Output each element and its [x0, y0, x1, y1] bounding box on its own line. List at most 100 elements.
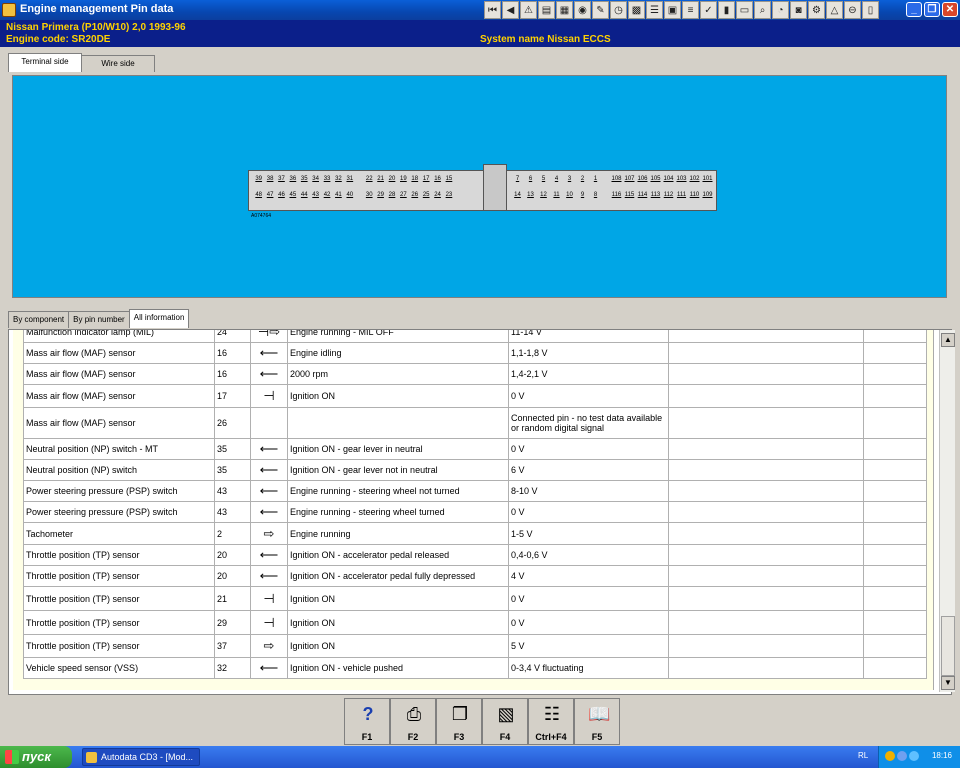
- f3-button[interactable]: ❐ F3: [436, 698, 482, 745]
- connector-pin: 11: [553, 192, 560, 198]
- tab-all-information[interactable]: All information: [128, 309, 190, 328]
- connector-pin: 105: [650, 176, 661, 182]
- first-record-icon[interactable]: ⏮: [484, 1, 501, 19]
- copy-icon: ❐: [451, 704, 469, 724]
- input-arrow-icon: ⟵: [250, 544, 288, 566]
- table-row[interactable]: Malfunction indicator lamp (MIL) 24 ⊣⇨ Engi…: [23, 330, 927, 343]
- clock-icon[interactable]: ◷: [610, 1, 627, 19]
- connector-pin: 35: [300, 176, 308, 182]
- connector-pin: 32: [335, 176, 342, 182]
- component-cell: Mass air flow (MAF) sensor: [23, 384, 215, 408]
- tray-icon[interactable]: [885, 751, 895, 761]
- brush-icon[interactable]: ✓: [700, 1, 717, 19]
- table-row[interactable]: Vehicle speed sensor (VSS) 32 ⟵ Ignition ON…: [23, 657, 927, 679]
- triangle-icon[interactable]: △: [826, 1, 843, 19]
- blank-cell: [668, 634, 864, 658]
- tab-by-pin-number[interactable]: By pin number: [68, 311, 130, 328]
- component-cell: Power steering pressure (PSP) switch: [23, 480, 215, 502]
- tab-wire-side[interactable]: Wire side: [81, 55, 155, 72]
- window-icon[interactable]: ▭: [736, 1, 753, 19]
- warning-icon[interactable]: ⚠: [520, 1, 537, 19]
- close-button[interactable]: ✕: [942, 2, 958, 17]
- connector-pin: 36: [289, 176, 297, 182]
- blank-cell: [863, 657, 927, 679]
- table-row[interactable]: Power steering pressure (PSP) switch 43 ⟵ E…: [23, 501, 927, 523]
- stripes-icon[interactable]: ☰: [646, 1, 663, 19]
- pin-gap: [356, 192, 364, 198]
- diagram-icon[interactable]: ▩: [628, 1, 645, 19]
- table-row[interactable]: Throttle position (TP) sensor 20 ⟵ Ignition…: [23, 544, 927, 566]
- table-row[interactable]: Mass air flow (MAF) sensor 17 ⊣ Ignition ON…: [23, 384, 927, 408]
- connector-pin: 103: [676, 176, 687, 182]
- start-button[interactable]: пуск: [0, 746, 72, 768]
- ground-output-icon: ⊣⇨: [250, 330, 288, 343]
- connector-pin: 19: [400, 176, 407, 182]
- table-row[interactable]: Neutral position (NP) switch - MT 35 ⟵ Igni…: [23, 438, 927, 460]
- scroll-up-button[interactable]: ▲: [941, 333, 955, 347]
- minimize-button[interactable]: _: [906, 2, 922, 17]
- search-icon[interactable]: ⌕: [754, 1, 771, 19]
- connector-pin: 20: [388, 176, 396, 182]
- table-row[interactable]: Mass air flow (MAF) sensor 16 ⟵ 2000 rpm 1,4…: [23, 363, 927, 385]
- note-icon[interactable]: ▯: [862, 1, 879, 19]
- table-row[interactable]: Throttle position (TP) sensor 21 ⊣ Ignition…: [23, 586, 927, 611]
- table-row[interactable]: Throttle position (TP) sensor 37 ⇨ Ignition…: [23, 634, 927, 658]
- previous-icon[interactable]: ◀: [502, 1, 519, 19]
- blank-cell: [668, 438, 864, 460]
- component-cell: Mass air flow (MAF) sensor: [23, 363, 215, 385]
- gauge-icon[interactable]: ◔: [772, 1, 789, 19]
- tray-icon[interactable]: [909, 751, 919, 761]
- tab-by-component[interactable]: By component: [8, 311, 70, 328]
- table-row[interactable]: Mass air flow (MAF) sensor 26 Connected pi…: [23, 407, 927, 439]
- f5-button[interactable]: 📖 F5: [574, 698, 620, 745]
- value-cell: 0,4-0,6 V: [508, 544, 669, 566]
- tray-icon[interactable]: [897, 751, 907, 761]
- value-cell: 1,1-1,8 V: [508, 342, 669, 364]
- taskbar: пуск Autodata CD3 - [Mod... RL 18:16: [0, 746, 960, 768]
- table-row[interactable]: Mass air flow (MAF) sensor 16 ⟵ Engine idli…: [23, 342, 927, 364]
- input-arrow-icon: ⟵: [250, 342, 288, 364]
- book-icon: 📖: [588, 704, 611, 724]
- connector-pin: 5: [541, 176, 546, 182]
- save-icon[interactable]: ▣: [664, 1, 681, 19]
- f1-button[interactable]: ? F1: [344, 698, 390, 745]
- vertical-scrollbar[interactable]: ▲ ▼: [939, 330, 955, 692]
- table-row[interactable]: Throttle position (TP) sensor 29 ⊣ Ignition…: [23, 610, 927, 635]
- restore-button[interactable]: ❐: [924, 2, 940, 17]
- car-icon[interactable]: ⊖: [844, 1, 861, 19]
- window-controls: _ ❐ ✕: [906, 2, 958, 17]
- table-row[interactable]: Power steering pressure (PSP) switch 43 ⟵ E…: [23, 480, 927, 502]
- document-icon[interactable]: ▤: [538, 1, 555, 19]
- connector-pin: 114: [637, 192, 648, 198]
- ctrl-f4-button[interactable]: ☷ Ctrl+F4: [528, 698, 574, 745]
- table-row[interactable]: Tachometer 2 ⇨ Engine running 1-5 V: [23, 522, 927, 545]
- condition-cell: Ignition ON: [287, 384, 509, 408]
- connector-pin: 39: [255, 176, 263, 182]
- connector-pin: 18: [411, 176, 419, 182]
- chart-icon[interactable]: ▦: [556, 1, 573, 19]
- battery-icon[interactable]: ▮: [718, 1, 735, 19]
- pin-data-table-area[interactable]: Malfunction indicator lamp (MIL) 24 ⊣⇨ Engi…: [13, 330, 934, 690]
- scroll-down-button[interactable]: ▼: [941, 676, 955, 690]
- value-cell: 0-3,4 V fluctuating: [508, 657, 669, 679]
- component-cell: Vehicle speed sensor (VSS): [23, 657, 215, 679]
- connector-pin: 41: [335, 192, 342, 198]
- component-cell: Throttle position (TP) sensor: [23, 565, 215, 587]
- connector-pin: 3: [567, 176, 572, 182]
- connector-pin: 15: [445, 176, 453, 182]
- wrench-icon[interactable]: ✎: [592, 1, 609, 19]
- camera-icon[interactable]: ◉: [574, 1, 591, 19]
- blank-cell: [863, 480, 927, 502]
- scroll-thumb[interactable]: [941, 616, 955, 676]
- table-row[interactable]: Neutral position (NP) switch 35 ⟵ Ignition …: [23, 459, 927, 481]
- f4-button[interactable]: ▧ F4: [482, 698, 528, 745]
- tools-icon[interactable]: ≡: [682, 1, 699, 19]
- gear-icon[interactable]: ⚙: [808, 1, 825, 19]
- tape-icon[interactable]: ◙: [790, 1, 807, 19]
- table-row[interactable]: Throttle position (TP) sensor 20 ⟵ Ignition…: [23, 565, 927, 587]
- f2-button[interactable]: ⎙ F2: [390, 698, 436, 745]
- condition-cell: Ignition ON - gear lever in neutral: [287, 438, 509, 460]
- taskbar-item-autodata[interactable]: Autodata CD3 - [Mod...: [82, 748, 200, 766]
- tab-terminal-side[interactable]: Terminal side: [8, 53, 82, 72]
- language-indicator[interactable]: RL: [858, 751, 868, 760]
